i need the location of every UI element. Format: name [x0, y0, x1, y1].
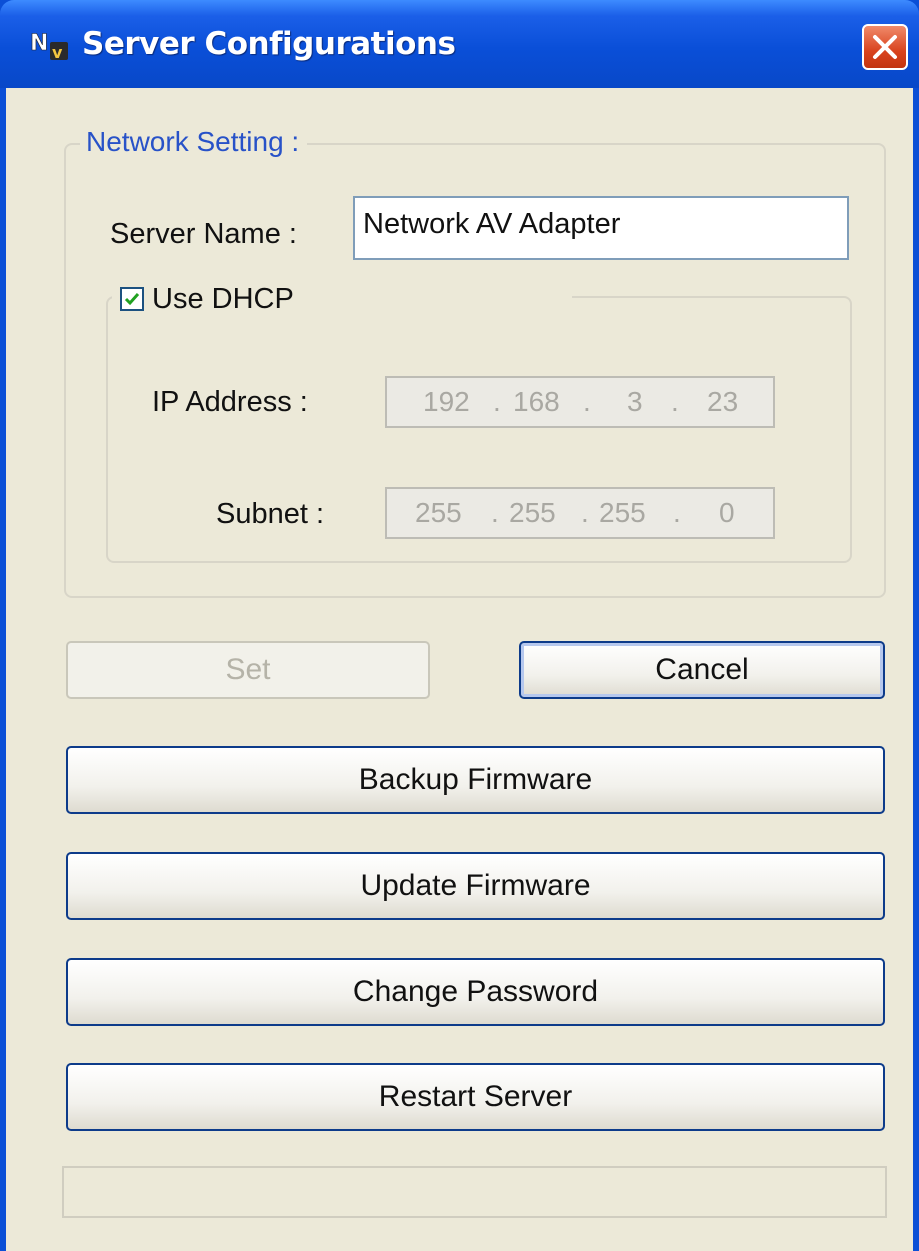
backup-firmware-button[interactable]: Backup Firmware: [66, 746, 885, 814]
progress-bar: [62, 1166, 887, 1218]
restart-server-button[interactable]: Restart Server: [66, 1063, 885, 1131]
checkmark-icon: [124, 293, 140, 306]
window-title: Server Configurations: [82, 26, 456, 62]
cancel-button[interactable]: Cancel: [519, 641, 885, 699]
network-setting-title: Network Setting :: [80, 126, 308, 158]
server-name-label: Server Name :: [110, 218, 297, 250]
server-configurations-window: N v Server Configurations Network Settin…: [0, 0, 919, 1251]
change-password-button[interactable]: Change Password: [66, 958, 885, 1026]
ip-dot-3: .: [671, 386, 679, 417]
close-icon: [873, 35, 897, 59]
ip-octet-4: 23: [707, 386, 739, 417]
ip-address-field[interactable]: 192 . 168 . 3 . 23: [385, 376, 775, 428]
subnet-dot-1: .: [491, 497, 499, 528]
ip-octet-2: 168: [513, 386, 560, 417]
set-button[interactable]: Set: [66, 641, 430, 699]
close-button[interactable]: [862, 24, 908, 70]
use-dhcp-label: Use DHCP: [152, 283, 294, 315]
ip-dot-1: .: [493, 386, 501, 417]
ip-address-label: IP Address :: [152, 386, 308, 418]
dialog-client-area: Network Setting : Server Name : Network …: [6, 88, 913, 1251]
subnet-dot-2: .: [581, 497, 589, 528]
subnet-octet-3: 255: [599, 497, 646, 528]
app-logo-icon: N v: [30, 31, 68, 62]
subnet-octet-1: 255: [415, 497, 462, 528]
title-bar[interactable]: N v Server Configurations: [0, 0, 919, 88]
server-name-input[interactable]: Network AV Adapter: [353, 196, 849, 260]
ip-octet-1: 192: [423, 386, 470, 417]
use-dhcp-checkbox[interactable]: [120, 287, 144, 311]
svg-text:N: N: [30, 31, 48, 56]
subnet-octet-4: 0: [719, 497, 735, 528]
subnet-octet-2: 255: [509, 497, 556, 528]
ip-octet-3: 3: [627, 386, 643, 417]
subnet-dot-3: .: [673, 497, 681, 528]
ip-dot-2: .: [583, 386, 591, 417]
svg-text:v: v: [52, 43, 63, 62]
subnet-label: Subnet :: [216, 498, 325, 530]
update-firmware-button[interactable]: Update Firmware: [66, 852, 885, 920]
subnet-field[interactable]: 255 . 255 . 255 . 0: [385, 487, 775, 539]
